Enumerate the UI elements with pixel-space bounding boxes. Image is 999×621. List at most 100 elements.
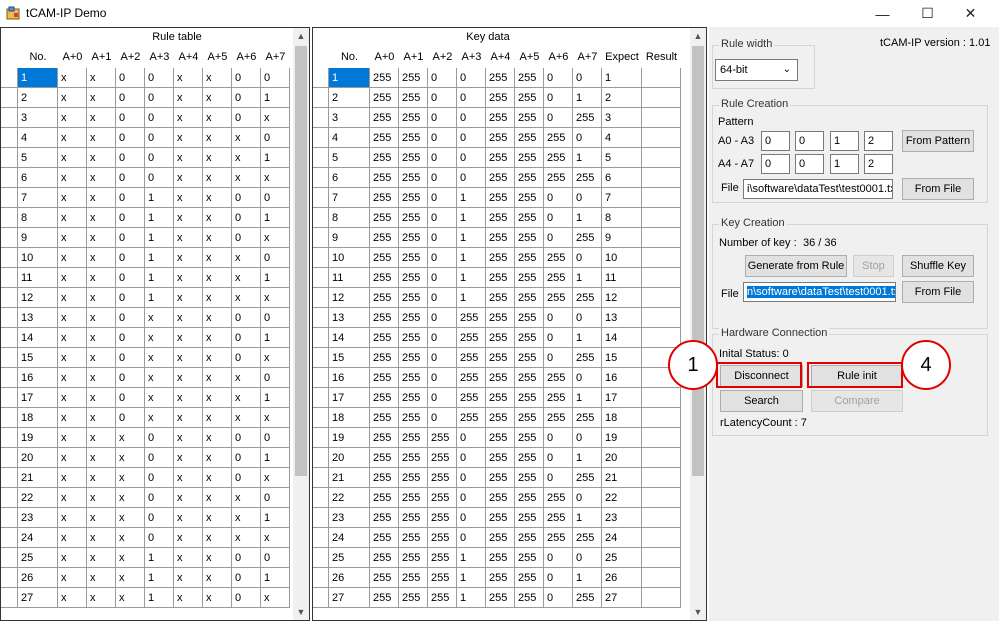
table-cell[interactable]: 0 xyxy=(116,168,145,188)
a1-input[interactable]: 0 xyxy=(795,131,824,151)
table-cell[interactable]: 255 xyxy=(486,548,515,568)
table-cell[interactable]: 0 xyxy=(457,88,486,108)
table-cell[interactable]: 255 xyxy=(399,228,428,248)
table-cell[interactable]: 255 xyxy=(399,528,428,548)
table-cell[interactable]: x xyxy=(261,348,290,368)
table-cell[interactable]: 255 xyxy=(428,568,457,588)
table-cell[interactable]: 0 xyxy=(573,548,602,568)
table-cell[interactable]: 255 xyxy=(428,488,457,508)
table-cell[interactable]: 0 xyxy=(116,148,145,168)
table-cell[interactable]: 255 xyxy=(486,508,515,528)
table-cell[interactable]: 0 xyxy=(457,108,486,128)
table-cell[interactable]: x xyxy=(116,428,145,448)
table-cell[interactable]: x xyxy=(116,508,145,528)
table-cell[interactable]: x xyxy=(116,548,145,568)
table-cell[interactable]: x xyxy=(87,208,116,228)
column-header[interactable]: A+6 xyxy=(544,46,573,68)
table-cell[interactable]: x xyxy=(261,468,290,488)
table-cell[interactable]: x xyxy=(87,328,116,348)
table-cell[interactable]: x xyxy=(87,488,116,508)
table-cell[interactable]: 0 xyxy=(116,408,145,428)
table-cell[interactable]: x xyxy=(58,468,87,488)
table-cell[interactable]: x xyxy=(203,188,232,208)
row-header[interactable] xyxy=(313,128,329,148)
table-cell[interactable]: x xyxy=(203,568,232,588)
column-header[interactable]: A+5 xyxy=(515,46,544,68)
table-cell[interactable]: 255 xyxy=(399,248,428,268)
table-cell[interactable]: 255 xyxy=(486,568,515,588)
table-cell[interactable]: 255 xyxy=(399,508,428,528)
table-cell[interactable]: x xyxy=(145,388,174,408)
table-cell[interactable]: 255 xyxy=(486,308,515,328)
table-cell[interactable]: x xyxy=(87,148,116,168)
table-cell[interactable]: 255 xyxy=(486,588,515,608)
table-cell[interactable]: 255 xyxy=(515,88,544,108)
table-cell[interactable] xyxy=(642,408,681,428)
table-cell[interactable]: x xyxy=(58,228,87,248)
row-header[interactable] xyxy=(1,188,18,208)
table-cell[interactable]: x xyxy=(58,368,87,388)
table-cell[interactable]: x xyxy=(203,268,232,288)
table-cell[interactable]: 0 xyxy=(457,468,486,488)
row-header[interactable] xyxy=(1,328,18,348)
rule-table-scrollbar[interactable]: ▲ ▼ xyxy=(293,28,309,620)
table-cell[interactable]: 11 xyxy=(329,268,370,288)
table-cell[interactable]: 255 xyxy=(428,508,457,528)
table-cell[interactable]: 255 xyxy=(399,548,428,568)
from-pattern-button[interactable]: From Pattern xyxy=(902,130,974,152)
table-cell[interactable]: 0 xyxy=(116,228,145,248)
table-cell[interactable]: x xyxy=(174,88,203,108)
table-cell[interactable]: 4 xyxy=(329,128,370,148)
table-cell[interactable]: x xyxy=(87,468,116,488)
row-header[interactable] xyxy=(313,308,329,328)
table-cell[interactable]: 0 xyxy=(573,248,602,268)
table-cell[interactable]: x xyxy=(203,428,232,448)
row-header[interactable] xyxy=(313,568,329,588)
table-cell[interactable]: 255 xyxy=(486,468,515,488)
table-cell[interactable] xyxy=(642,248,681,268)
table-cell[interactable]: 14 xyxy=(329,328,370,348)
table-cell[interactable]: x xyxy=(145,308,174,328)
table-cell[interactable]: x xyxy=(232,168,261,188)
table-cell[interactable]: 255 xyxy=(399,128,428,148)
table-cell[interactable]: 20 xyxy=(329,448,370,468)
table-cell[interactable]: 17 xyxy=(18,388,58,408)
table-cell[interactable]: 255 xyxy=(544,388,573,408)
table-cell[interactable]: 255 xyxy=(370,248,399,268)
table-cell[interactable]: 23 xyxy=(18,508,58,528)
column-header[interactable]: A+3 xyxy=(145,46,174,68)
column-header[interactable]: A+0 xyxy=(370,46,399,68)
row-header[interactable] xyxy=(313,468,329,488)
table-cell[interactable]: 255 xyxy=(370,468,399,488)
table-cell[interactable]: x xyxy=(58,128,87,148)
table-cell[interactable]: 27 xyxy=(329,588,370,608)
table-cell[interactable]: x xyxy=(174,528,203,548)
table-cell[interactable]: 1 xyxy=(329,68,370,88)
table-cell[interactable]: 255 xyxy=(515,168,544,188)
table-cell[interactable]: x xyxy=(58,308,87,328)
table-cell[interactable]: 0 xyxy=(116,68,145,88)
table-cell[interactable]: 255 xyxy=(399,468,428,488)
table-cell[interactable]: 0 xyxy=(544,588,573,608)
row-header[interactable] xyxy=(313,148,329,168)
row-header[interactable] xyxy=(1,88,18,108)
table-cell[interactable]: 255 xyxy=(428,428,457,448)
table-cell[interactable]: 7 xyxy=(602,188,642,208)
table-cell[interactable]: 23 xyxy=(602,508,642,528)
table-cell[interactable]: 4 xyxy=(18,128,58,148)
table-cell[interactable]: 21 xyxy=(329,468,370,488)
table-cell[interactable]: x xyxy=(203,508,232,528)
table-cell[interactable]: x xyxy=(87,428,116,448)
table-cell[interactable]: x xyxy=(87,228,116,248)
table-cell[interactable]: x xyxy=(116,488,145,508)
table-cell[interactable]: x xyxy=(174,168,203,188)
key-from-file-button[interactable]: From File xyxy=(902,281,974,303)
table-cell[interactable]: 0 xyxy=(457,148,486,168)
table-cell[interactable]: 255 xyxy=(515,428,544,448)
a7-input[interactable]: 2 xyxy=(864,154,893,174)
table-cell[interactable]: 255 xyxy=(573,588,602,608)
a6-input[interactable]: 1 xyxy=(830,154,859,174)
row-header[interactable] xyxy=(1,548,18,568)
table-cell[interactable]: 6 xyxy=(329,168,370,188)
table-cell[interactable]: 0 xyxy=(116,288,145,308)
